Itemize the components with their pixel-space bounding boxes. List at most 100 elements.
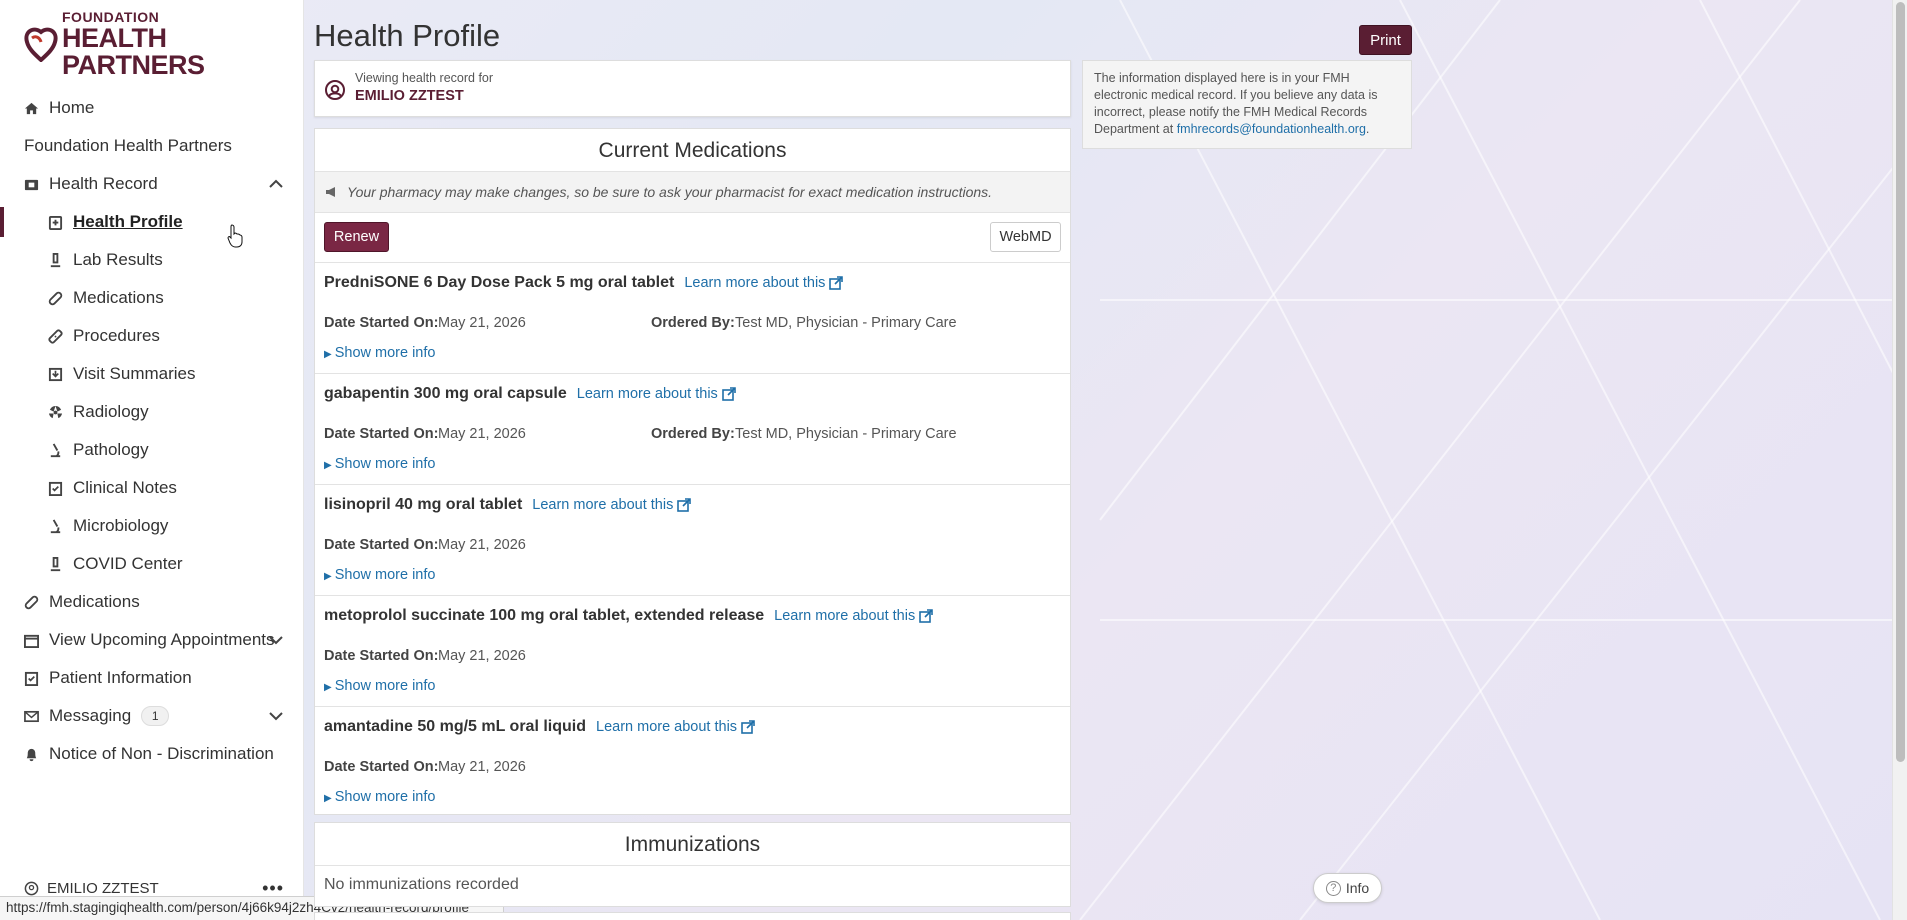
learn-more-link[interactable]: Learn more about this xyxy=(532,497,692,513)
date-started-label: Date Started On: xyxy=(324,537,439,553)
caret-right-icon: ▶ xyxy=(324,571,332,582)
message-count-badge: 1 xyxy=(141,706,170,726)
sidebar-item-upcoming-appointments[interactable]: View Upcoming Appointments xyxy=(0,621,304,659)
chevron-down-icon[interactable] xyxy=(268,633,284,647)
folder-icon xyxy=(24,177,39,192)
date-started-value: May 21, 2026 xyxy=(438,426,526,442)
show-more-info-link[interactable]: ▶ Show more info xyxy=(324,678,435,694)
sidebar-item-visit-summaries[interactable]: Visit Summaries xyxy=(0,355,304,393)
learn-more-link[interactable]: Learn more about this xyxy=(596,719,755,735)
sidebar-item-label: Clinical Notes xyxy=(73,478,177,497)
caret-right-icon: ▶ xyxy=(324,682,332,693)
page-scrollbar[interactable] xyxy=(1892,0,1907,920)
webmd-button[interactable]: WebMD xyxy=(990,222,1061,252)
caret-right-icon: ▶ xyxy=(324,460,332,471)
sidebar-item-foundation-health-partners[interactable]: Foundation Health Partners xyxy=(0,127,304,165)
show-more-info-link[interactable]: ▶ Show more info xyxy=(324,567,435,583)
flask-icon xyxy=(48,556,63,572)
sidebar-item-radiology[interactable]: Radiology xyxy=(0,393,304,431)
renew-button[interactable]: Renew xyxy=(324,222,389,252)
medication-item: gabapentin 300 mg oral capsule Learn mor… xyxy=(315,374,1070,485)
sidebar-item-label: Microbiology xyxy=(73,516,169,535)
medication-item: metoprolol succinate 100 mg oral tablet,… xyxy=(315,596,1070,707)
sidebar-item-non-discrimination[interactable]: Notice of Non - Discrimination xyxy=(0,735,304,773)
sidebar-item-pathology[interactable]: Pathology xyxy=(0,431,304,469)
external-link-icon xyxy=(829,276,844,290)
calendar-icon xyxy=(24,633,39,648)
scrollbar-thumb[interactable] xyxy=(1896,2,1905,762)
learn-more-link[interactable]: Learn more about this xyxy=(774,608,934,624)
sidebar: FOUNDATION HEALTH PARTNERS Home Foundati… xyxy=(0,0,304,920)
pharmacy-notice: Your pharmacy may make changes, so be su… xyxy=(315,172,1070,213)
external-link-icon xyxy=(919,609,934,623)
user-account[interactable]: EMILIO ZZTEST ••• xyxy=(24,878,284,898)
sidebar-item-label: Radiology xyxy=(73,402,149,421)
date-started-value: May 21, 2026 xyxy=(438,648,526,664)
viewing-record-card: Viewing health record for EMILIO ZZTEST xyxy=(314,60,1071,117)
microscope-icon xyxy=(48,442,63,458)
sidebar-item-label: Health Record xyxy=(49,174,158,193)
sidebar-item-health-profile[interactable]: Health Profile xyxy=(0,203,304,241)
sidebar-item-procedures[interactable]: Procedures xyxy=(0,317,304,355)
patient-name: EMILIO ZZTEST xyxy=(355,88,464,104)
sidebar-item-patient-information[interactable]: Patient Information xyxy=(0,659,304,697)
records-email-link[interactable]: fmhrecords@foundationhealth.org xyxy=(1177,122,1366,136)
home-icon xyxy=(24,101,39,116)
info-tail: . xyxy=(1365,122,1370,136)
date-started-label: Date Started On: xyxy=(324,315,439,331)
sidebar-item-label: Procedures xyxy=(73,326,160,345)
medication-name: amantadine 50 mg/5 mL oral liquid xyxy=(324,718,586,735)
question-circle-icon: ? xyxy=(1325,880,1341,896)
immunizations-card: Immunizations No immunizations recorded xyxy=(314,822,1071,907)
sidebar-item-messaging[interactable]: Messaging 1 xyxy=(0,697,304,735)
flask-icon xyxy=(48,252,63,268)
medication-item: lisinopril 40 mg oral tablet Learn more … xyxy=(315,485,1070,596)
sidebar-item-microbiology[interactable]: Microbiology xyxy=(0,507,304,545)
chevron-up-icon[interactable] xyxy=(268,177,284,191)
external-link-icon xyxy=(722,387,736,401)
medication-name: PredniSONE 6 Day Dose Pack 5 mg oral tab… xyxy=(324,274,675,291)
megaphone-icon xyxy=(326,187,335,197)
sidebar-item-clinical-notes[interactable]: Clinical Notes xyxy=(0,469,304,507)
pill-icon xyxy=(24,595,39,610)
medication-item: amantadine 50 mg/5 mL oral liquid Learn … xyxy=(315,707,1070,818)
pharmacy-notice-text: Your pharmacy may make changes, so be su… xyxy=(347,184,993,200)
download-doc-icon xyxy=(48,367,63,382)
brand-logo[interactable]: FOUNDATION HEALTH PARTNERS xyxy=(24,10,284,78)
ordered-by-value: Test MD, Physician - Primary Care xyxy=(735,426,957,442)
sidebar-item-medications-main[interactable]: Medications xyxy=(0,583,304,621)
sidebar-item-home[interactable]: Home xyxy=(0,89,304,127)
caret-right-icon: ▶ xyxy=(324,793,332,804)
info-button[interactable]: ? Info xyxy=(1313,873,1382,903)
medication-actions: Renew WebMD xyxy=(315,213,1070,263)
sidebar-item-label: View Upcoming Appointments xyxy=(49,630,275,649)
print-button[interactable]: Print xyxy=(1359,25,1412,55)
sidebar-item-lab-results[interactable]: Lab Results xyxy=(0,241,304,279)
sidebar-item-covid-center[interactable]: COVID Center xyxy=(0,545,304,583)
sidebar-item-medications[interactable]: Medications xyxy=(0,279,304,317)
info-button-label: Info xyxy=(1345,880,1370,896)
pill-icon xyxy=(48,291,63,306)
caret-right-icon: ▶ xyxy=(324,349,332,360)
date-started-label: Date Started On: xyxy=(324,426,439,442)
chevron-down-icon[interactable] xyxy=(268,709,284,723)
date-started-label: Date Started On: xyxy=(324,648,439,664)
immunizations-empty-text: No immunizations recorded xyxy=(324,876,519,893)
medication-item: PredniSONE 6 Day Dose Pack 5 mg oral tab… xyxy=(315,263,1070,374)
sidebar-item-health-record[interactable]: Health Record xyxy=(0,165,304,203)
date-started-label: Date Started On: xyxy=(324,759,439,775)
sidebar-item-label: Lab Results xyxy=(73,250,163,269)
show-more-info-link[interactable]: ▶ Show more info xyxy=(324,345,435,361)
show-more-info-link[interactable]: ▶ Show more info xyxy=(324,456,435,472)
sidebar-item-label: Health Profile xyxy=(73,212,183,231)
ordered-by-label: Ordered By: xyxy=(651,426,735,442)
sidebar-item-label: Medications xyxy=(73,288,164,307)
date-started-value: May 21, 2026 xyxy=(438,315,526,331)
learn-more-link[interactable]: Learn more about this xyxy=(684,275,844,291)
brand-big: HEALTH PARTNERS xyxy=(62,22,205,80)
logo-mark-icon xyxy=(24,26,58,63)
show-more-info-link[interactable]: ▶ Show more info xyxy=(324,789,435,805)
learn-more-link[interactable]: Learn more about this xyxy=(577,386,736,402)
page-title: Health Profile xyxy=(314,18,501,53)
bell-icon xyxy=(24,747,39,762)
